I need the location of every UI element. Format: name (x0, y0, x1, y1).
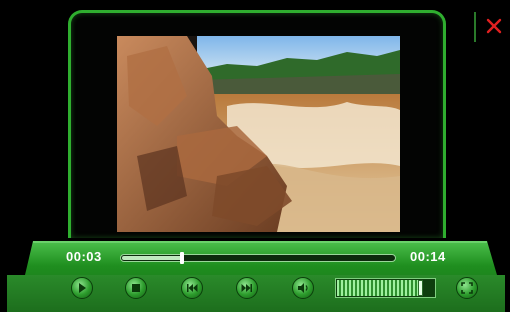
fast-forward-icon (241, 284, 252, 292)
total-time: 00:14 (410, 249, 446, 264)
play-icon (79, 283, 86, 293)
fullscreen-button[interactable] (456, 277, 478, 299)
fast-forward-button[interactable] (236, 277, 258, 299)
video-frame-image (117, 36, 400, 232)
video-display[interactable] (117, 36, 400, 232)
rewind-icon (187, 284, 198, 292)
mute-button[interactable] (292, 277, 314, 299)
title-divider (474, 12, 476, 42)
seek-bar[interactable] (120, 252, 396, 264)
close-button[interactable] (484, 16, 504, 36)
stop-button[interactable] (125, 277, 147, 299)
volume-level (337, 280, 421, 296)
seek-handle[interactable] (179, 252, 184, 264)
play-button[interactable] (71, 277, 93, 299)
volume-slider[interactable] (335, 278, 436, 298)
stop-icon (132, 284, 140, 292)
seek-progress (122, 256, 182, 260)
fullscreen-icon (461, 282, 473, 294)
speaker-icon (298, 283, 308, 293)
close-icon (486, 18, 502, 34)
current-time: 00:03 (66, 249, 102, 264)
rewind-button[interactable] (181, 277, 203, 299)
volume-handle[interactable] (418, 280, 424, 296)
